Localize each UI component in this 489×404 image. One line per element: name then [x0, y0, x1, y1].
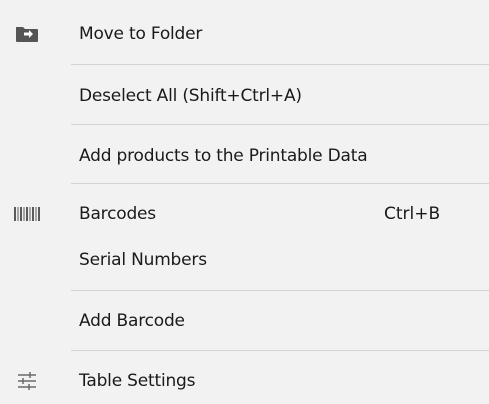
barcode-icon	[14, 203, 40, 225]
menu-item-add-barcode[interactable]: Add Barcode	[0, 299, 489, 343]
menu-item-barcodes[interactable]: Barcodes Ctrl+B	[0, 192, 489, 236]
menu-item-label: Serial Numbers	[79, 250, 207, 270]
menu-item-label: Barcodes	[79, 204, 156, 224]
sliders-icon	[14, 370, 40, 392]
context-menu: Move to Folder Deselect All (Shift+Ctrl+…	[0, 0, 489, 404]
menu-item-label: Add Barcode	[79, 311, 185, 331]
menu-separator	[71, 124, 489, 125]
menu-item-label: Move to Folder	[79, 24, 203, 44]
menu-item-label: Add products to the Printable Data	[79, 146, 368, 166]
menu-separator	[71, 290, 489, 291]
move-to-folder-icon	[14, 23, 40, 45]
menu-item-move-to-folder[interactable]: Move to Folder	[0, 12, 489, 56]
menu-item-serial-numbers[interactable]: Serial Numbers	[0, 238, 489, 282]
menu-separator	[71, 350, 489, 351]
menu-item-shortcut: Ctrl+B	[384, 204, 441, 224]
menu-item-add-products-printable-data[interactable]: Add products to the Printable Data	[0, 134, 489, 178]
menu-item-label: Deselect All (Shift+Ctrl+A)	[79, 86, 302, 106]
menu-item-label: Table Settings	[79, 371, 196, 391]
menu-separator	[71, 64, 489, 65]
menu-separator	[71, 183, 489, 184]
menu-item-deselect-all[interactable]: Deselect All (Shift+Ctrl+A)	[0, 74, 489, 118]
menu-item-table-settings[interactable]: Table Settings	[0, 359, 489, 403]
